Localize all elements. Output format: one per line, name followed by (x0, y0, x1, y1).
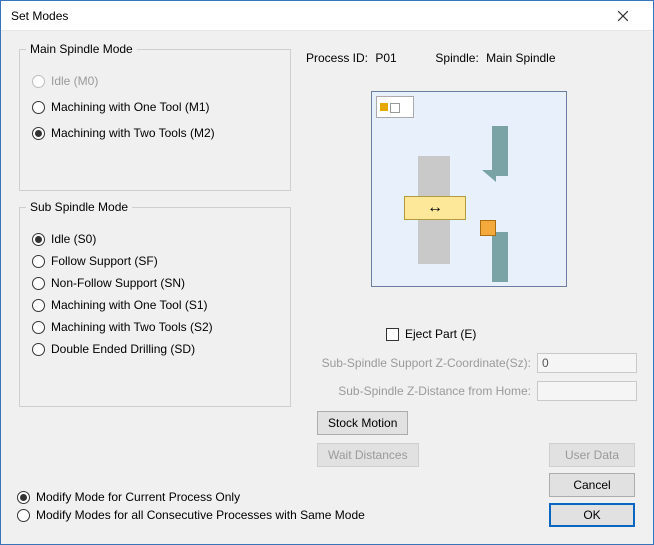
wait-distances-button: Wait Distances (317, 443, 419, 467)
process-id-label: Process ID: (306, 51, 368, 65)
sub-spindle-group: Sub Spindle Mode Idle (S0) Follow Suppor… (19, 207, 291, 407)
main-mode-m1[interactable]: Machining with One Tool (M1) (32, 100, 280, 114)
scope-current[interactable]: Modify Mode for Current Process Only (17, 490, 365, 504)
main-mode-m1-label: Machining with One Tool (M1) (51, 100, 210, 114)
scope-all-label: Modify Modes for all Consecutive Process… (36, 508, 365, 522)
sub-mode-s0-label: Idle (S0) (51, 232, 96, 246)
sub-mode-s1-label: Machining with One Tool (S1) (51, 298, 208, 312)
client-area: Process ID: P01 Spindle: Main Spindle Ma… (1, 31, 653, 544)
preview-tool-top-icon (492, 126, 508, 176)
main-mode-idle[interactable]: Idle (M0) (32, 74, 280, 88)
radio-icon (32, 233, 45, 246)
scope-group: Modify Mode for Current Process Only Mod… (17, 486, 365, 526)
sub-mode-sn[interactable]: Non-Follow Support (SN) (32, 276, 280, 290)
scope-current-label: Modify Mode for Current Process Only (36, 490, 240, 504)
home-label: Sub-Spindle Z-Distance from Home: (317, 384, 531, 398)
sub-mode-sf-label: Follow Support (SF) (51, 254, 158, 268)
radio-icon (32, 127, 45, 140)
preview-slider-icon (404, 196, 466, 220)
preview-tool-bottom-icon (492, 232, 508, 282)
user-data-button: User Data (549, 443, 635, 467)
spindle-value: Main Spindle (486, 51, 555, 65)
mode-preview (371, 91, 567, 287)
sz-label: Sub-Spindle Support Z-Coordinate(Sz): (317, 356, 531, 370)
radio-icon (32, 343, 45, 356)
radio-icon (32, 101, 45, 114)
sub-mode-s1[interactable]: Machining with One Tool (S1) (32, 298, 280, 312)
sz-row: Sub-Spindle Support Z-Coordinate(Sz): (317, 353, 637, 373)
ok-button[interactable]: OK (549, 503, 635, 527)
main-mode-m2[interactable]: Machining with Two Tools (M2) (32, 126, 280, 140)
radio-icon (32, 255, 45, 268)
radio-icon (32, 277, 45, 290)
titlebar: Set Modes (1, 1, 653, 31)
scope-all[interactable]: Modify Modes for all Consecutive Process… (17, 508, 365, 522)
main-mode-idle-label: Idle (M0) (51, 74, 98, 88)
sub-mode-s2-label: Machining with Two Tools (S2) (51, 320, 213, 334)
main-spindle-legend: Main Spindle Mode (26, 42, 137, 56)
radio-icon (17, 491, 30, 504)
preview-thumbnail-icon (376, 96, 414, 118)
sub-mode-sn-label: Non-Follow Support (SN) (51, 276, 185, 290)
checkbox-icon (386, 328, 399, 341)
spindle-label: Spindle: (435, 51, 478, 65)
sub-mode-sf[interactable]: Follow Support (SF) (32, 254, 280, 268)
radio-icon (32, 75, 45, 88)
window-title: Set Modes (11, 9, 68, 23)
sub-mode-s2[interactable]: Machining with Two Tools (S2) (32, 320, 280, 334)
eject-part-label: Eject Part (E) (405, 327, 476, 341)
sub-mode-sd[interactable]: Double Ended Drilling (SD) (32, 342, 280, 356)
main-mode-m2-label: Machining with Two Tools (M2) (51, 126, 215, 140)
radio-icon (17, 509, 30, 522)
home-input (537, 381, 637, 401)
cancel-button[interactable]: Cancel (549, 473, 635, 497)
process-id-value: P01 (375, 51, 396, 65)
close-button[interactable] (603, 1, 643, 31)
sub-mode-s0[interactable]: Idle (S0) (32, 232, 280, 246)
eject-part-checkbox[interactable]: Eject Part (E) (386, 327, 476, 341)
stock-motion-button[interactable]: Stock Motion (317, 411, 408, 435)
sz-input (537, 353, 637, 373)
set-modes-dialog: Set Modes Process ID: P01 Spindle: Main … (0, 0, 654, 545)
close-icon (618, 11, 628, 21)
main-spindle-group: Main Spindle Mode Idle (M0) Machining wi… (19, 49, 291, 191)
radio-icon (32, 321, 45, 334)
process-header: Process ID: P01 Spindle: Main Spindle (306, 51, 560, 65)
home-row: Sub-Spindle Z-Distance from Home: (317, 381, 637, 401)
left-column: Main Spindle Mode Idle (M0) Machining wi… (19, 49, 291, 407)
radio-icon (32, 299, 45, 312)
sub-spindle-legend: Sub Spindle Mode (26, 200, 132, 214)
sub-mode-sd-label: Double Ended Drilling (SD) (51, 342, 195, 356)
